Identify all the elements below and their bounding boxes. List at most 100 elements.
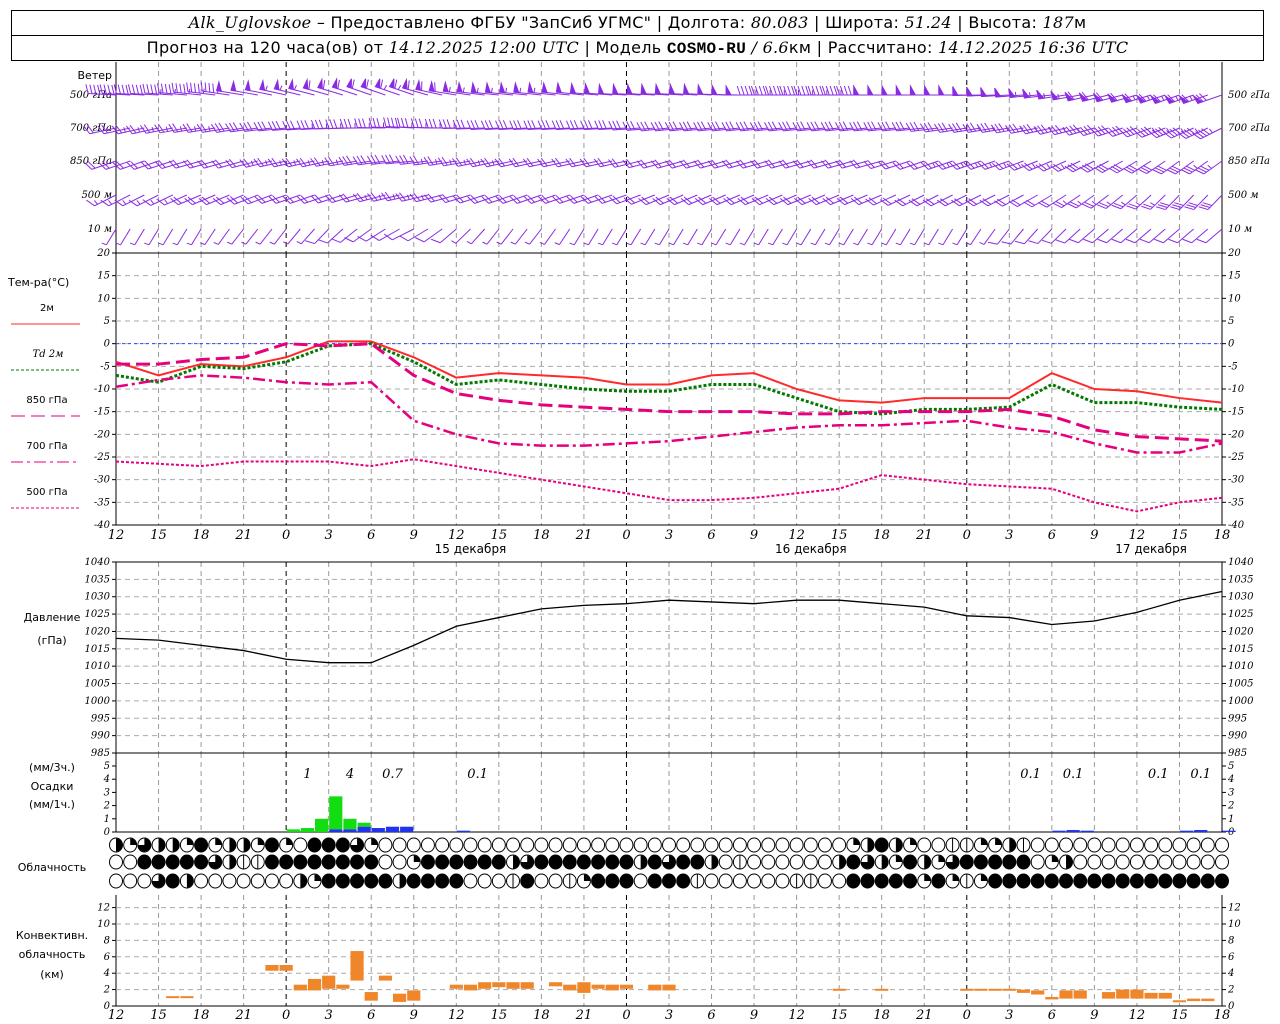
cloud-cover-symbol [690,854,705,870]
precip-bar-snow [329,829,343,832]
wind-feather [531,120,536,130]
cloud-cover-symbol [704,854,719,870]
wind-half-feather [1189,95,1193,101]
cloud-circle [194,837,209,853]
wind-barb [1154,228,1180,244]
convective-cloud-bar [1101,992,1116,999]
wind-barb-staff [942,228,954,246]
cloud-cover-symbol [576,837,591,853]
cloud-cover-symbol [1002,873,1017,889]
cloud-circle [931,837,946,853]
cloud-circle [548,873,563,889]
convective-cloud-bar [577,982,591,993]
wind-barb [1125,228,1152,244]
precip-unit-1h: (мм/1ч.) [29,798,75,811]
cloud-cover-symbol [973,854,988,870]
wind-feather [329,119,334,129]
x-tick-label: 6 [707,528,715,543]
wind-feather [366,79,369,89]
cloud-circle [123,854,138,870]
cloud-circle [279,854,294,870]
cloud-circle [846,873,861,889]
wind-feather [318,119,324,129]
cloud-circle [477,854,492,870]
cloud-quarter [583,874,591,881]
wind-feather [142,83,146,94]
wind-feather [212,83,215,93]
cloud-circle [1129,854,1144,870]
cloud-circle [662,837,676,853]
cloud-cover-symbol [903,837,918,853]
cloud-circle [520,873,535,889]
wind-half-feather [213,241,219,245]
wind-half-feather [979,241,985,245]
cloud-cover-symbol [789,873,804,889]
wind-half-feather [466,240,472,245]
pressure-unit: (гПа) [37,634,66,647]
wind-barb-staff [759,194,783,206]
cloud-cover-symbol [463,854,478,870]
wind-half-feather [108,200,113,205]
x-tick-label: 0 [963,528,971,543]
wind-feather [559,120,565,130]
cloud-circle [1129,837,1144,853]
cloud-cover-symbol [817,837,832,853]
cloud-circle [1044,873,1059,889]
wind-barb [140,124,173,134]
tick-label-left: 6 [104,952,111,963]
cloud-circle [888,873,903,889]
wind-barb [129,228,145,246]
convective-cloud-bar [1073,990,1087,999]
wind-pennant [499,81,506,94]
cloud-circle [463,837,478,853]
cloud-cover-symbol [392,873,407,889]
cloud-circle [194,854,209,870]
tick-label-left: 1000 [85,696,111,707]
tick-label-left: 12 [97,903,110,914]
x-tick-label: 0 [963,1008,971,1023]
wind-barb-staff [234,194,258,205]
wind-half-feather [895,242,901,246]
cloud-circle [1200,854,1215,870]
wind-barb-staff [773,194,797,206]
precip-3h-sum: 4 [345,767,354,782]
tick-label-left: 10 [97,293,110,304]
cloud-circle [165,854,180,870]
cloud-circle [1073,854,1088,870]
wind-feather [331,238,341,243]
cloud-circle [449,873,464,889]
x-tick-label: 9 [1090,528,1098,543]
wind-half-feather [853,242,859,246]
tick-label-right: 0 [1228,339,1235,350]
cloud-cover-symbol [1073,854,1088,870]
convective-cloud-bar [393,993,407,1002]
cloud-circle [477,837,492,853]
wind-half-feather [524,241,530,245]
cloud-circle [491,873,506,889]
wind-barb [367,192,400,202]
tick-label-left: 1035 [85,574,110,585]
wind-barb-staff [786,228,798,246]
wind-feather [400,117,405,128]
wind-feather [474,120,480,130]
precip-bar-snow [357,826,371,832]
cloud-circle [1215,837,1229,853]
cloud-cover-symbol [520,873,535,889]
cloud-circle [1144,837,1159,853]
convective-cloud-bar [591,984,605,989]
convective-cloud-bar [1172,1000,1187,1003]
wind-feather [1028,240,1038,245]
wind-barb [305,228,330,245]
cloud-cover-symbol [194,873,209,889]
wind-pennant [302,77,309,90]
wind-half-feather [482,241,488,245]
cloud-cover-symbol [1016,837,1031,853]
wind-barb-staff [176,228,188,246]
wind-half-feather [208,126,211,132]
wind-barb-staff [630,228,642,246]
tick-label-right: 10 [1228,919,1241,930]
wind-barb-staff [830,194,854,206]
cloud-cover-symbol [1144,837,1159,853]
convective-cloud-bar [350,951,364,981]
cloud-circle [732,837,747,853]
